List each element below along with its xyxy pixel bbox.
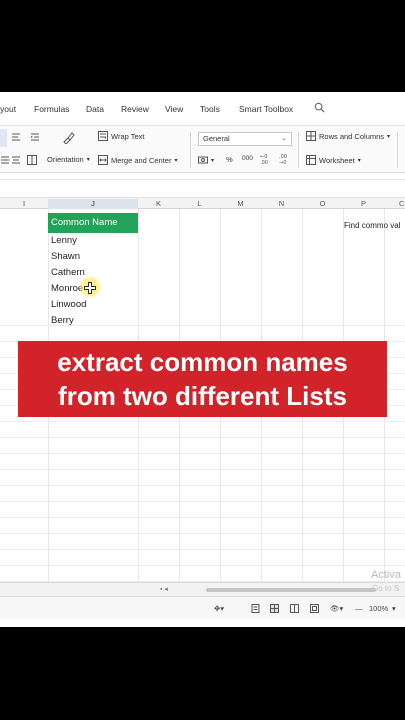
indent-icon	[31, 133, 39, 141]
rows-columns-icon	[306, 131, 316, 141]
wrap-text-label: Wrap Text	[111, 131, 145, 141]
scroll-left-icon[interactable]: ▪ ◂	[160, 585, 168, 593]
merge-center-button[interactable]: Merge and Center ▾	[98, 155, 177, 165]
navigate-icon[interactable]: ✥▾	[214, 604, 224, 613]
column-header-q[interactable]: C	[384, 199, 405, 208]
percent-label: %	[226, 155, 233, 164]
name-cell-lenny[interactable]: Lenny	[51, 235, 77, 246]
zoom-level[interactable]: 100%	[369, 604, 388, 613]
increase-decimal-icon: ←0.00	[260, 154, 268, 165]
svg-text:→0: →0	[279, 160, 286, 165]
currency-button[interactable]: ▾	[198, 155, 214, 165]
column-header-row: I J K L M N O P C	[0, 197, 405, 209]
name-cell-cathern[interactable]: Cathern	[51, 267, 85, 278]
chevron-down-icon: ▾	[86, 157, 90, 163]
page-layout-icon[interactable]	[290, 604, 299, 613]
video-caption-banner: extract common names from two different …	[18, 341, 387, 417]
indent-button[interactable]	[30, 132, 40, 142]
merge-center-icon	[98, 155, 108, 165]
find-common-values-note[interactable]: Find commo val	[344, 221, 400, 230]
merge-cells-button[interactable]	[27, 155, 37, 165]
worksheet-label: Worksheet	[319, 155, 355, 165]
decrease-decimal-button[interactable]: .00 →0	[279, 153, 291, 165]
scrollbar-thumb[interactable]	[206, 588, 376, 592]
distribute-icon	[1, 156, 9, 164]
zoom-dropdown-icon[interactable]: ▾	[392, 604, 396, 613]
menu-data[interactable]: Data	[86, 104, 104, 114]
page-icon[interactable]	[251, 604, 260, 613]
normal-view-icon[interactable]	[270, 604, 279, 613]
orientation-label: Orientation	[47, 155, 84, 164]
column-header-l[interactable]: L	[179, 199, 220, 208]
ribbon-toolbar: Wrap Text Orientation ▾ Merge and Center…	[0, 126, 405, 173]
menu-tools[interactable]: Tools	[200, 104, 220, 114]
merge-cells-icon	[27, 155, 37, 165]
status-bar: ✥▾ 👁▾ — 100% ▾	[0, 596, 405, 619]
activate-watermark-title: Activa	[371, 569, 401, 581]
thousands-label: 000	[242, 155, 253, 162]
ribbon-divider	[397, 132, 398, 168]
menu-formulas[interactable]: Formulas	[34, 104, 69, 114]
column-header-k[interactable]: K	[138, 199, 179, 208]
currency-icon	[198, 156, 208, 164]
wrap-text-icon	[98, 131, 108, 141]
align-justify-button[interactable]	[11, 132, 21, 142]
cell-cursor-icon	[84, 282, 96, 294]
thousands-button[interactable]: 000	[242, 155, 253, 162]
menu-review[interactable]: Review	[121, 104, 149, 114]
number-format-select[interactable]: General ⌄	[198, 132, 292, 146]
search-icon[interactable]	[314, 102, 325, 113]
svg-text:.00: .00	[260, 160, 268, 165]
percent-button[interactable]: %	[226, 155, 233, 164]
column-header-n[interactable]: N	[261, 199, 302, 208]
chevron-down-icon: ▾	[174, 157, 178, 164]
decrease-decimal-icon: .00→0	[279, 154, 287, 165]
rows-columns-button[interactable]: Rows and Columns ▾	[306, 131, 390, 141]
name-cell-shawn[interactable]: Shawn	[51, 251, 80, 262]
ribbon-divider	[298, 132, 299, 168]
selected-tool-highlight	[0, 129, 7, 147]
column-header-p[interactable]: P	[343, 199, 384, 208]
worksheet-icon	[306, 155, 316, 165]
wrap-text-button[interactable]: Wrap Text	[98, 131, 145, 141]
align-center-icon	[12, 156, 20, 164]
formula-bar-area	[0, 173, 405, 187]
common-name-header-cell[interactable]: Common Name	[48, 213, 138, 233]
merge-center-label: Merge and Center	[111, 155, 172, 165]
menu-bar: yout Formulas Data Review View Tools Sma…	[0, 92, 405, 126]
menu-view[interactable]: View	[165, 104, 183, 114]
rows-columns-label: Rows and Columns	[319, 131, 385, 141]
column-header-m[interactable]: M	[220, 199, 261, 208]
column-header-j[interactable]: J	[48, 199, 138, 209]
chevron-down-icon: ▾	[357, 157, 361, 164]
menu-smart-toolbox[interactable]: Smart Toolbox	[239, 104, 293, 114]
activate-watermark-subtitle: Go to S	[372, 584, 400, 593]
page-break-icon[interactable]	[310, 604, 319, 613]
zoom-out-icon[interactable]: —	[355, 604, 363, 613]
orientation-button[interactable]: Orientation ▾	[47, 155, 90, 164]
worksheet-button[interactable]: Worksheet ▾	[306, 155, 361, 165]
column-header-i[interactable]: I	[0, 199, 48, 208]
chevron-down-icon: ▾	[211, 157, 215, 164]
align-center-button[interactable]	[11, 155, 21, 165]
chevron-down-icon: ▾	[387, 133, 391, 140]
distribute-button[interactable]	[0, 155, 10, 165]
format-painter-button[interactable]	[62, 131, 75, 144]
ribbon-divider	[190, 132, 191, 168]
caption-line-2: from two different Lists	[58, 381, 347, 411]
horizontal-scrollbar[interactable]: ▪ ◂	[0, 582, 405, 596]
name-cell-linwood[interactable]: Linwood	[51, 299, 86, 310]
column-header-o[interactable]: O	[302, 199, 343, 208]
number-format-value: General	[203, 134, 230, 143]
caption-line-1: extract common names	[57, 347, 348, 377]
menu-layout[interactable]: yout	[0, 104, 16, 114]
name-cell-berry[interactable]: Berry	[51, 315, 74, 326]
chevron-down-icon: ⌄	[281, 135, 287, 142]
brush-icon	[63, 132, 75, 144]
reading-mode-icon[interactable]: 👁▾	[330, 604, 343, 613]
align-lines-icon	[12, 133, 20, 141]
increase-decimal-button[interactable]: ←0.00	[260, 153, 272, 165]
